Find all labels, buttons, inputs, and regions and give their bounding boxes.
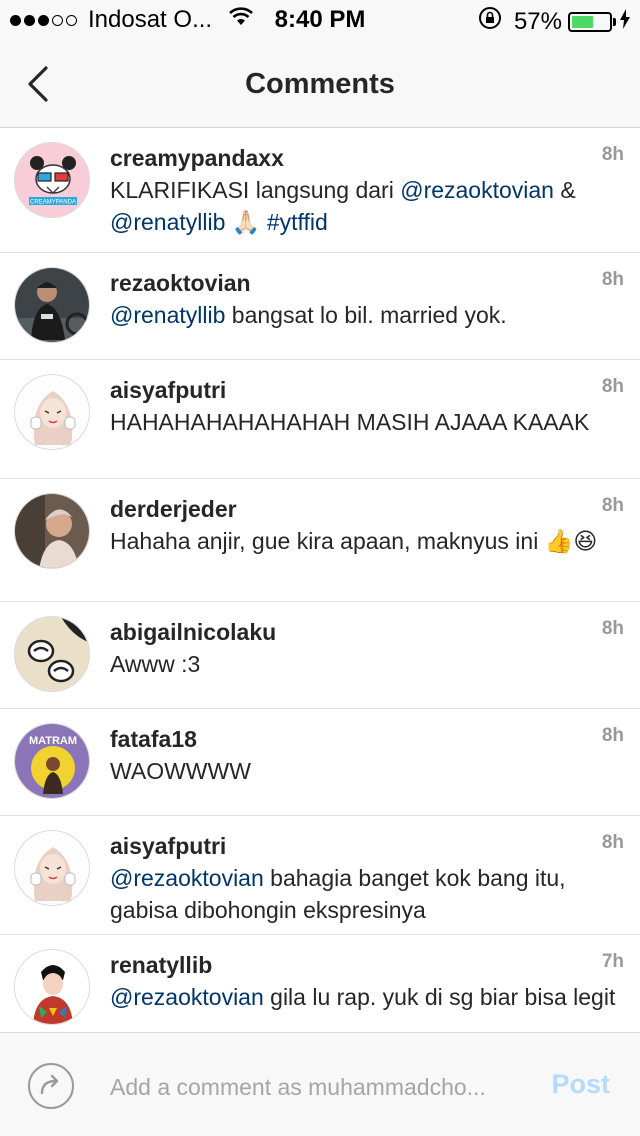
page-title: Comments — [245, 68, 395, 100]
comment-composer: Post — [0, 1032, 640, 1136]
avatar[interactable]: CREAMYPANDA — [14, 142, 90, 218]
comment-username[interactable]: aisyafputri — [110, 832, 620, 860]
comment-text: Awww :3 — [110, 648, 620, 680]
comment-body: rezaoktovian @renatyllib bangsat lo bil.… — [110, 269, 620, 331]
comment-time: 8h — [601, 376, 624, 397]
share-arrow-icon — [40, 1074, 59, 1095]
comment-text-segment: 🙏🏻 — [225, 209, 267, 235]
panda-avatar-image: CREAMYPANDA — [15, 143, 89, 217]
comment-input[interactable] — [110, 1067, 530, 1107]
comment-username[interactable]: renatyllib — [110, 951, 620, 979]
mention-link[interactable]: @rezaoktovian — [400, 177, 554, 203]
comment-text: WAOWWWW — [110, 755, 620, 787]
comment-username[interactable]: aisyafputri — [110, 376, 620, 404]
comment-text-segment: HAHAHAHAHAHAHAH MASIH AJAAA KAAAK — [110, 409, 590, 435]
comment-time: 8h — [601, 495, 624, 516]
comment-item: abigailnicolaku Awww :3 8h — [0, 602, 640, 709]
avatar[interactable] — [14, 830, 90, 906]
nav-bar: Comments — [0, 40, 640, 128]
comment-username[interactable]: rezaoktovian — [110, 269, 620, 297]
avatar[interactable] — [14, 616, 90, 692]
comment-text-segment: WAOWWWW — [110, 758, 251, 784]
comment-item: renatyllib @rezaoktovian gila lu rap. yu… — [0, 935, 640, 1032]
profile-photo-image — [15, 268, 89, 342]
comment-text-segment: Awww :3 — [110, 651, 201, 677]
comment-body: derderjeder Hahaha anjir, gue kira apaan… — [110, 495, 620, 557]
avatar-logo-text: CREAMYPANDA — [30, 200, 76, 206]
comment-item: CREAMYPANDA creamypandaxx KLARIFIKASI la… — [0, 128, 640, 253]
cartoon-avatar-image — [15, 950, 89, 1024]
mention-link[interactable]: #ytffid — [267, 209, 328, 235]
comment-body: fatafa18 WAOWWWW — [110, 725, 620, 787]
comment-username[interactable]: derderjeder — [110, 495, 620, 523]
comment-username[interactable]: fatafa18 — [110, 725, 620, 753]
comment-time: 8h — [601, 725, 624, 746]
comment-item: MATRAM fatafa18 WAOWWWW 8h — [0, 709, 640, 816]
comment-item: aisyafputri @rezaoktovian bahagia banget… — [0, 816, 640, 935]
comment-text: @rezaoktovian gila lu rap. yuk di sg bia… — [110, 981, 620, 1013]
comment-time: 8h — [601, 618, 624, 639]
comment-text: HAHAHAHAHAHAHAH MASIH AJAAA KAAAK — [110, 406, 620, 438]
mention-link[interactable]: @renatyllib — [110, 209, 225, 235]
comment-item: aisyafputri HAHAHAHAHAHAHAH MASIH AJAAA … — [0, 360, 640, 479]
avatar[interactable] — [14, 374, 90, 450]
comment-username[interactable]: creamypandaxx — [110, 144, 620, 172]
comment-text-segment: & — [553, 177, 576, 203]
comment-body: aisyafputri @rezaoktovian bahagia banget… — [110, 832, 620, 926]
comment-time: 8h — [601, 269, 624, 290]
comment-text: @renatyllib bangsat lo bil. married yok. — [110, 299, 620, 331]
comments-list[interactable]: CREAMYPANDA creamypandaxx KLARIFIKASI la… — [0, 128, 640, 1032]
avatar-logo-text: MATRAM — [29, 735, 77, 747]
comment-text-segment: gila lu rap. yuk di sg biar bisa legit — [263, 984, 616, 1010]
comment-body: renatyllib @rezaoktovian gila lu rap. yu… — [110, 951, 620, 1013]
hijab-illustration-image — [15, 375, 89, 449]
avatar[interactable] — [14, 493, 90, 569]
avatar[interactable]: MATRAM — [14, 723, 90, 799]
battery-fill — [572, 15, 593, 28]
comment-text: @rezaoktovian bahagia banget kok bang it… — [110, 862, 620, 926]
hijab-illustration-image — [15, 831, 89, 905]
comment-body: abigailnicolaku Awww :3 — [110, 618, 620, 680]
comment-text-segment: Hahaha anjir, gue kira apaan, maknyus in… — [110, 528, 598, 554]
comment-time: 8h — [601, 144, 624, 165]
post-button[interactable]: Post — [551, 1069, 610, 1100]
share-button[interactable] — [28, 1063, 74, 1109]
comment-username[interactable]: abigailnicolaku — [110, 618, 620, 646]
mention-link[interactable]: @rezaoktovian — [110, 865, 264, 891]
battery-tip — [613, 17, 616, 26]
comment-time: 7h — [601, 951, 624, 972]
profile-photo-image — [15, 494, 89, 568]
status-right: 57% — [478, 6, 630, 37]
comment-text: Hahaha anjir, gue kira apaan, maknyus in… — [110, 525, 620, 557]
avatar[interactable] — [14, 267, 90, 343]
profile-photo-image: MATRAM — [15, 724, 89, 798]
battery-icon — [568, 11, 612, 32]
comment-time: 8h — [601, 832, 624, 853]
cartoon-avatar-image — [15, 617, 89, 691]
comment-body: aisyafputri HAHAHAHAHAHAHAH MASIH AJAAA … — [110, 376, 620, 438]
mention-link[interactable]: @rezaoktovian — [110, 984, 264, 1010]
battery-percent: 57% — [513, 7, 562, 35]
comment-item: rezaoktovian @renatyllib bangsat lo bil.… — [0, 253, 640, 360]
comment-text: KLARIFIKASI langsung dari @rezaoktovian … — [110, 174, 620, 238]
charging-bolt-icon — [620, 8, 630, 36]
comment-item: derderjeder Hahaha anjir, gue kira apaan… — [0, 479, 640, 602]
rotation-lock-icon — [478, 6, 502, 37]
comment-text-segment: KLARIFIKASI langsung dari — [110, 177, 401, 203]
comment-text-segment: bangsat lo bil. married yok. — [225, 302, 507, 328]
comment-body: creamypandaxx KLARIFIKASI langsung dari … — [110, 144, 620, 238]
avatar[interactable] — [14, 949, 90, 1025]
mention-link[interactable]: @renatyllib — [110, 302, 225, 328]
status-bar: Indosat O... 8:40 PM 57% — [0, 0, 640, 40]
